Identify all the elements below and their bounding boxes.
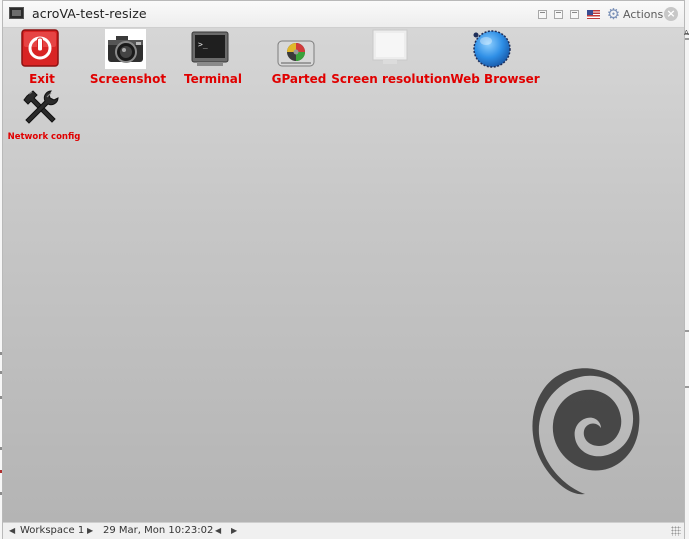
actions-menu[interactable]: Actions [623, 8, 663, 21]
svg-text:>_: >_ [198, 40, 208, 49]
launcher-label: Screen resolution [331, 72, 451, 86]
terminal-icon [9, 7, 24, 19]
launcher-label: GParted [271, 72, 327, 86]
minimize-button[interactable] [538, 10, 547, 19]
window-title: acroVA-test-resize [32, 6, 147, 21]
workspace-label[interactable]: Workspace 1 [20, 525, 84, 536]
screen: acroVA-test-resize ⚙ Actions × Exit Scre… [0, 0, 689, 539]
globe-icon [472, 29, 512, 69]
restore-button[interactable] [554, 10, 563, 19]
desktop: Exit Screenshot >_ Terminal GParted Scre… [3, 28, 684, 522]
monitor-icon [371, 29, 409, 69]
background-right-strip [685, 0, 689, 539]
background-window-text: AC [684, 29, 689, 37]
tools-icon [21, 88, 61, 128]
launcher-label: Network config [7, 132, 81, 142]
close-icon[interactable]: × [664, 7, 678, 21]
gear-icon[interactable]: ⚙ [606, 7, 621, 22]
clock-next-icon[interactable]: ▶ [231, 526, 237, 535]
status-bar: ◀ Workspace 1 ▶ 29 Mar, Mon 10:23:02 ◀ ▶ [3, 522, 684, 539]
debian-swirl-icon [523, 362, 643, 497]
workspace-next-icon[interactable]: ▶ [87, 526, 93, 535]
clock-prev-icon[interactable]: ◀ [215, 526, 221, 535]
disk-icon [277, 38, 315, 68]
us-flag-icon[interactable] [587, 10, 600, 19]
power-icon [21, 29, 59, 67]
launcher-label: Exit [29, 72, 55, 86]
maximize-button[interactable] [570, 10, 579, 19]
clock: 29 Mar, Mon 10:23:02 [103, 525, 214, 536]
workspace-prev-icon[interactable]: ◀ [9, 526, 15, 535]
launcher-label: Web Browser [450, 72, 540, 86]
resize-grip[interactable] [671, 526, 681, 536]
camera-icon [105, 29, 146, 69]
title-bar[interactable]: acroVA-test-resize ⚙ Actions × [3, 1, 684, 28]
vm-window: acroVA-test-resize ⚙ Actions × Exit Scre… [2, 0, 685, 539]
launcher-label: Terminal [183, 72, 243, 86]
terminal-icon: >_ [191, 31, 229, 67]
launcher-label: Screenshot [89, 72, 167, 86]
